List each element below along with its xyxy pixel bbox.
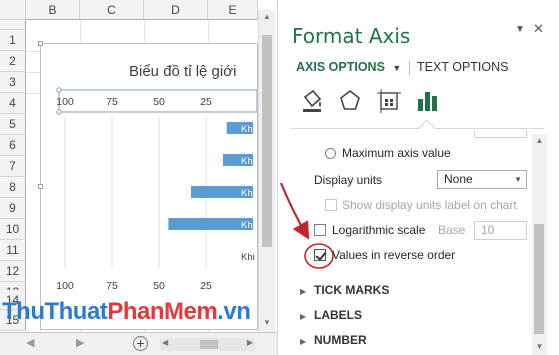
- chart-resize-handle[interactable]: [38, 41, 43, 46]
- pane-vertical-scrollbar[interactable]: ▲ ▼: [532, 134, 547, 355]
- effects-pentagon-icon[interactable]: [338, 88, 362, 114]
- values-reverse-order-checkbox[interactable]: [314, 249, 326, 261]
- maximum-axis-value-radio[interactable]: [325, 148, 336, 159]
- selected-category-pointer: [418, 119, 436, 137]
- spreadsheet-area: B C D E 1 2 3 4 5 6 7 8 9 10 11 12 13 14…: [0, 0, 277, 355]
- bottom-axis-tick-label: 25: [200, 280, 212, 292]
- row-header-6[interactable]: 6: [0, 135, 26, 156]
- close-icon[interactable]: ✕: [533, 21, 544, 37]
- chart-title: Biểu đồ tỉ lệ giới: [129, 63, 236, 80]
- sheet-horizontal-scrollbar[interactable]: ◀ ▶: [160, 338, 255, 351]
- scroll-down-icon[interactable]: ▼: [259, 318, 275, 327]
- expand-triangle-icon: ▶: [300, 312, 307, 321]
- logarithmic-scale-label: Logarithmic scale: [332, 223, 426, 237]
- scroll-up-icon[interactable]: ▲: [532, 136, 547, 145]
- section-number-label: NUMBER: [314, 333, 367, 347]
- row-header-11[interactable]: 11: [0, 240, 26, 261]
- axis-options-bars-icon[interactable]: [416, 88, 440, 114]
- sheet-tab-bar: ◀ ▶ + ◀ ▶: [0, 332, 277, 355]
- section-tick-marks[interactable]: ▶ TICK MARKS: [300, 283, 389, 297]
- axis-value-input-partial[interactable]: [474, 130, 527, 138]
- fill-line-icon[interactable]: [300, 88, 324, 114]
- chart-resize-handle[interactable]: [38, 184, 43, 189]
- show-units-label-checkbox[interactable]: [325, 199, 337, 211]
- axis-selection-handle[interactable]: [56, 87, 62, 93]
- add-sheet-icon[interactable]: +: [133, 336, 148, 351]
- row-header-2[interactable]: 2: [0, 51, 26, 72]
- row-header-7[interactable]: 7: [0, 156, 26, 177]
- watermark-part2: PhanMem: [107, 298, 218, 325]
- h-scroll-thumb[interactable]: [200, 340, 218, 349]
- chart-area[interactable]: Biểu đồ tỉ lệ giới 100 75 50 25 Khi Khi Khi Kh…: [40, 43, 258, 330]
- select-all-corner[interactable]: [0, 0, 26, 20]
- column-header-d[interactable]: D: [144, 0, 208, 20]
- show-units-label-text: Show display units label on chart: [342, 198, 517, 212]
- column-header-b[interactable]: B: [26, 0, 80, 20]
- section-tick-marks-label: TICK MARKS: [314, 283, 390, 297]
- row-header-3[interactable]: 3: [0, 72, 26, 93]
- section-labels[interactable]: ▶ LABELS: [300, 308, 362, 322]
- axis-selection-handle[interactable]: [56, 109, 62, 115]
- maximum-axis-value-label: Maximum axis value: [342, 146, 451, 160]
- column-header-c[interactable]: C: [80, 0, 144, 20]
- top-axis-tick-label: 75: [106, 96, 118, 108]
- display-units-value: None: [444, 172, 473, 186]
- tab-axis-options[interactable]: AXIS OPTIONS: [296, 60, 385, 74]
- top-axis-tick-label: 100: [56, 96, 74, 108]
- tab-divider: [408, 60, 410, 75]
- pane-title: Format Axis: [292, 24, 411, 48]
- pane-options-dropdown-icon[interactable]: ▼: [515, 24, 525, 35]
- row-header-1[interactable]: 1: [0, 30, 26, 51]
- top-axis-tick-label: 25: [200, 96, 212, 108]
- scroll-left-icon[interactable]: ◀: [162, 338, 168, 347]
- display-units-select[interactable]: None ▼: [437, 170, 527, 189]
- expand-triangle-icon: ▶: [300, 287, 307, 296]
- bar-category-label: Khi: [241, 220, 255, 231]
- scroll-right-icon[interactable]: ▶: [247, 338, 253, 347]
- sheet-vertical-scrollbar[interactable]: ▲ ▼: [258, 10, 275, 332]
- row-header-4[interactable]: 4: [0, 93, 26, 114]
- top-axis-tick-label: 50: [153, 96, 165, 108]
- tab-axis-options-dropdown-icon[interactable]: ▼: [392, 63, 401, 73]
- row-header-partial: [0, 20, 26, 30]
- row-header-5[interactable]: 5: [0, 114, 26, 135]
- section-labels-label: LABELS: [314, 308, 362, 322]
- bar-category-label: Khi: [241, 124, 255, 135]
- bottom-axis-tick-label: 100: [56, 280, 74, 292]
- bar-category-label: Khi: [241, 188, 255, 199]
- scroll-thumb[interactable]: [262, 35, 272, 247]
- sheet-next-icon[interactable]: ▶: [76, 336, 84, 349]
- bar-category-label: Khi: [241, 156, 255, 167]
- row-header-8[interactable]: 8: [0, 177, 26, 198]
- icon-row-divider: [291, 128, 544, 129]
- bar-category-label: Khi: [241, 252, 255, 263]
- section-number[interactable]: ▶ NUMBER: [300, 333, 367, 347]
- watermark-logo: ThuThuatPhanMem.vn: [2, 298, 251, 326]
- logarithmic-scale-checkbox[interactable]: [314, 224, 326, 236]
- bottom-axis-tick-label: 50: [153, 280, 165, 292]
- expand-triangle-icon: ▶: [300, 337, 307, 346]
- row-header-10[interactable]: 10: [0, 219, 26, 240]
- watermark-part1: ThuThuat: [2, 298, 108, 325]
- scroll-down-icon[interactable]: ▼: [532, 342, 547, 351]
- scroll-up-icon[interactable]: ▲: [259, 12, 275, 21]
- bar-chart: Biểu đồ tỉ lệ giới 100 75 50 25 Khi Khi Khi Kh…: [56, 63, 257, 292]
- base-value-input[interactable]: 10: [474, 221, 527, 240]
- format-axis-pane: Format Axis ▼ ✕ AXIS OPTIONS ▼ TEXT OPTI…: [277, 0, 559, 355]
- base-label: Base: [438, 223, 466, 237]
- sheet-prev-icon[interactable]: ◀: [26, 336, 34, 349]
- size-properties-icon[interactable]: [376, 88, 402, 114]
- display-units-label: Display units: [314, 173, 383, 187]
- row-header-12[interactable]: 12: [0, 261, 26, 282]
- watermark-part3: .vn: [217, 298, 251, 325]
- column-header-e[interactable]: E: [208, 0, 258, 20]
- row-header-9[interactable]: 9: [0, 198, 26, 219]
- chevron-down-icon: ▼: [514, 175, 522, 184]
- pane-scroll-thumb[interactable]: [534, 224, 544, 334]
- tab-text-options[interactable]: TEXT OPTIONS: [417, 60, 508, 74]
- values-reverse-order-label: Values in reverse order: [332, 248, 456, 262]
- pane-tab-strip: AXIS OPTIONS ▼ TEXT OPTIONS: [296, 60, 509, 75]
- bottom-axis-tick-label: 75: [106, 280, 118, 292]
